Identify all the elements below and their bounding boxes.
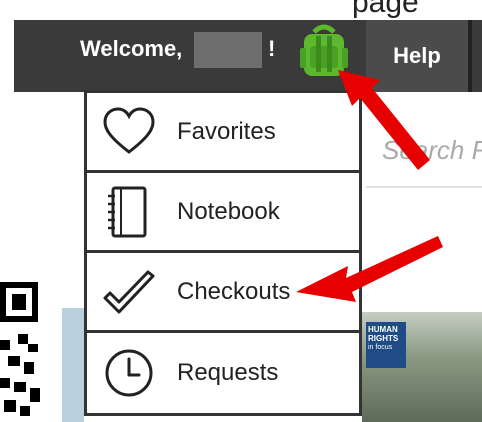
menu-item-notebook[interactable]: Notebook (87, 173, 359, 253)
search-placeholder: Search R (382, 135, 482, 165)
account-dropdown-menu: Favorites Notebook Checkouts Requests (84, 90, 362, 416)
menu-item-label: Favorites (177, 117, 276, 145)
heart-icon (103, 106, 155, 154)
badge-line-1: HUMAN (368, 325, 398, 334)
notebook-icon (108, 186, 147, 237)
clock-icon (105, 349, 153, 397)
background-image-left (62, 308, 84, 422)
checkmark-icon (103, 270, 155, 313)
qr-code (0, 282, 40, 416)
badge-line-3: in focus (368, 344, 393, 351)
menu-item-label: Notebook (177, 197, 280, 225)
backpack-icon[interactable] (296, 22, 352, 80)
menu-item-checkouts[interactable]: Checkouts (87, 253, 359, 333)
tab-separator (468, 20, 472, 92)
menu-item-requests[interactable]: Requests (87, 333, 359, 413)
help-tab[interactable]: Help (366, 20, 468, 92)
human-rights-badge: HUMAN RIGHTS in focus (366, 322, 406, 368)
menu-item-favorites[interactable]: Favorites (87, 93, 359, 173)
badge-line-2: RIGHTS (368, 334, 399, 343)
welcome-text: Welcome, (80, 36, 183, 61)
redacted-username (194, 32, 262, 68)
welcome-exclamation: ! (268, 36, 276, 61)
page-heading-fragment: page (352, 0, 419, 19)
menu-item-label: Requests (177, 359, 279, 386)
menu-item-label: Checkouts (177, 277, 291, 305)
